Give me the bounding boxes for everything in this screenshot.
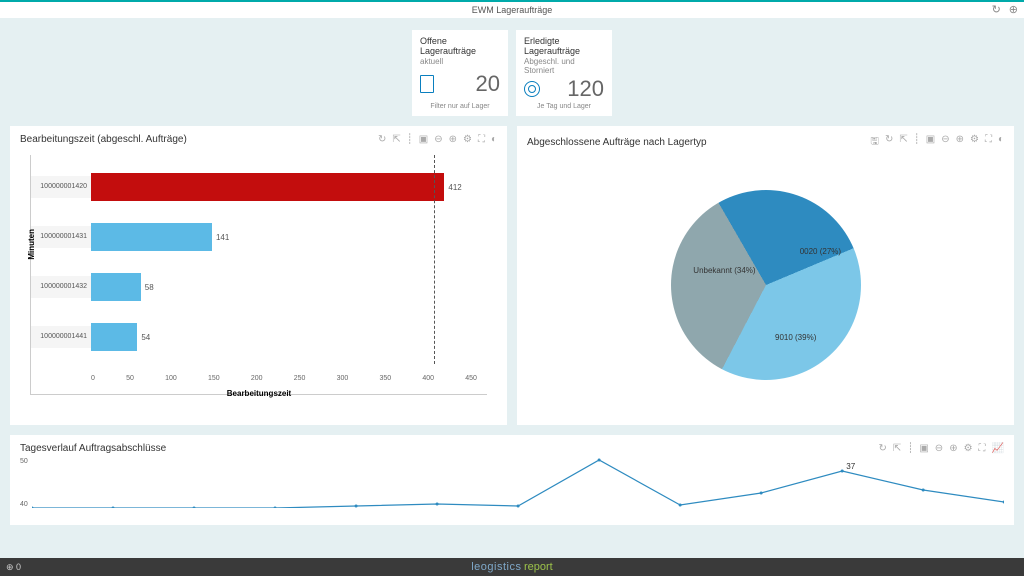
save-icon[interactable]: 🖫 xyxy=(870,134,879,151)
kpi-row: Offene Lageraufträge aktuell 20 Filter n… xyxy=(0,18,1024,126)
pie-slice-label: 0020 (27%) xyxy=(800,247,841,256)
bar-value: 141 xyxy=(216,233,229,242)
x-axis: 050100150200250300350400450 xyxy=(91,375,477,382)
bar[interactable] xyxy=(91,273,141,301)
zoom-reset-icon[interactable]: ▣ xyxy=(919,443,928,454)
line-chart-toolbar: ↻ ⇱ ┊ ▣ ⊖ ⊕ ⚙ ⛶ 📈 xyxy=(879,443,1004,454)
bar-value: 412 xyxy=(448,183,461,192)
bar-category: 100000001432 xyxy=(31,276,91,298)
settings-icon[interactable]: ⚙ xyxy=(970,134,979,151)
chart-type-icon[interactable]: 📈 xyxy=(992,443,1004,454)
export-icon[interactable]: ⇱ xyxy=(899,134,907,151)
bar-value: 58 xyxy=(145,283,154,292)
sep-icon: ┊ xyxy=(407,134,413,145)
bar-category: 100000001420 xyxy=(31,176,91,198)
settings-icon[interactable]: ⚙ xyxy=(463,134,472,145)
chart-type-icon[interactable]: ◐ xyxy=(491,134,497,145)
zoom-out-icon[interactable]: ⊖ xyxy=(941,134,949,151)
zoom-in-icon[interactable]: ⊕ xyxy=(449,134,457,145)
bar-chart: Minuten 100000001420 412100000001431 141… xyxy=(30,155,487,395)
bar[interactable] xyxy=(91,173,444,201)
fullscreen-icon[interactable]: ⛶ xyxy=(979,443,986,454)
zoom-in-icon[interactable]: ⊕ xyxy=(956,134,964,151)
line-chart-card: Tagesverlauf Auftragsabschlüsse ↻ ⇱ ┊ ▣ … xyxy=(10,435,1014,525)
bar-category: 100000001441 xyxy=(31,326,91,348)
globe-icon[interactable]: ⊕ xyxy=(1009,3,1018,16)
pie-slice-label: Unbekannt (34%) xyxy=(693,266,755,275)
export-icon[interactable]: ⇱ xyxy=(893,443,901,454)
target-icon xyxy=(524,81,540,97)
kpi-open-orders[interactable]: Offene Lageraufträge aktuell 20 Filter n… xyxy=(412,30,508,116)
bar-row: 100000001441 54 xyxy=(91,315,477,359)
line-chart-title: Tagesverlauf Auftragsabschlüsse xyxy=(20,443,166,454)
zoom-out-icon[interactable]: ⊖ xyxy=(434,134,442,145)
bar-chart-toolbar: ↻ ⇱ ┊ ▣ ⊖ ⊕ ⚙ ⛶ ◐ xyxy=(378,134,497,145)
pie-chart-toolbar: 🖫 ↻ ⇱ ┊ ▣ ⊖ ⊕ ⚙ ⛶ ◐ xyxy=(870,134,1004,151)
refresh-icon[interactable]: ↻ xyxy=(992,3,1001,16)
bar[interactable] xyxy=(91,223,212,251)
refresh-icon[interactable]: ↻ xyxy=(885,134,893,151)
line-chart: 37 xyxy=(32,458,1004,508)
reference-line xyxy=(434,155,435,364)
zoom-in-icon[interactable]: ⊕ xyxy=(949,443,957,454)
bar-row: 100000001432 58 xyxy=(91,265,477,309)
app-title: EWM Lageraufträge xyxy=(472,5,553,15)
bar-value: 54 xyxy=(141,333,150,342)
bar-row: 100000001420 412 xyxy=(91,165,477,209)
zoom-reset-icon[interactable]: ▣ xyxy=(419,134,428,145)
bar-row: 100000001431 141 xyxy=(91,215,477,259)
fullscreen-icon[interactable]: ⛶ xyxy=(478,134,485,145)
kpi-done-orders[interactable]: Erledigte Lageraufträge Abgeschl. und St… xyxy=(516,30,612,116)
app-header: EWM Lageraufträge ↻ ⊕ xyxy=(0,0,1024,18)
export-icon[interactable]: ⇱ xyxy=(392,134,400,145)
refresh-icon[interactable]: ↻ xyxy=(378,134,386,145)
settings-icon[interactable]: ⚙ xyxy=(964,443,973,454)
chart-type-icon[interactable]: ◐ xyxy=(998,134,1004,151)
zoom-reset-icon[interactable]: ▣ xyxy=(926,134,935,151)
bar-chart-card: Bearbeitungszeit (abgeschl. Aufträge) ↻ … xyxy=(10,126,507,425)
zoom-out-icon[interactable]: ⊖ xyxy=(935,443,943,454)
sep-icon: ┊ xyxy=(907,443,913,454)
bar-category: 100000001431 xyxy=(31,226,91,248)
footer-status: ⊕ 0 xyxy=(6,562,21,573)
pie-slice-label: 9010 (39%) xyxy=(775,333,816,342)
bar-chart-title: Bearbeitungszeit (abgeschl. Aufträge) xyxy=(20,134,187,145)
sep-icon: ┊ xyxy=(914,134,920,151)
svg-text:37: 37 xyxy=(846,462,856,471)
pie-chart: 0020 (27%) 9010 (39%) Unbekannt (34%) xyxy=(671,190,861,380)
document-icon xyxy=(420,75,434,93)
fullscreen-icon[interactable]: ⛶ xyxy=(985,134,992,151)
refresh-icon[interactable]: ↻ xyxy=(879,443,887,454)
footer: ⊕ 0 leogistics report xyxy=(0,558,1024,576)
pie-chart-title: Abgeschlossene Aufträge nach Lagertyp xyxy=(527,137,707,148)
bar[interactable] xyxy=(91,323,137,351)
pie-chart-card: Abgeschlossene Aufträge nach Lagertyp 🖫 … xyxy=(517,126,1014,425)
